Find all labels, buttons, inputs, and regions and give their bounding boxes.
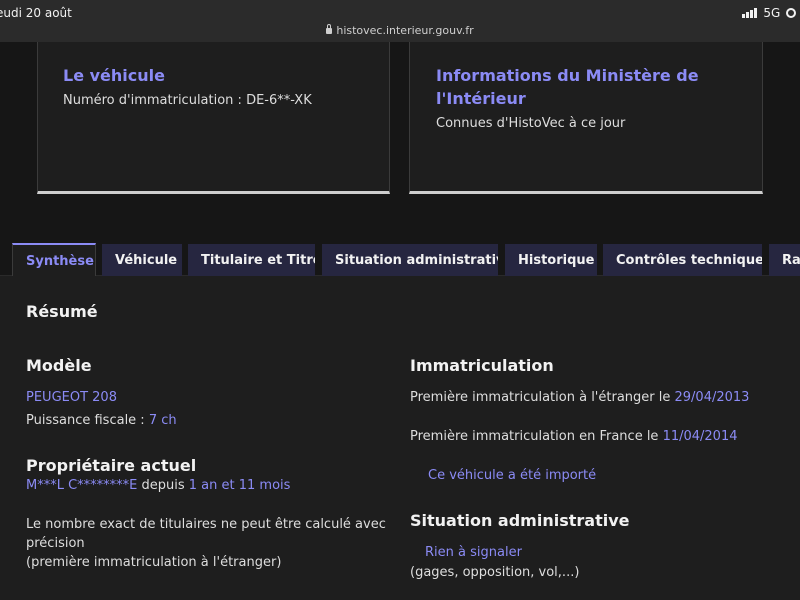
ministry-card-title: Informations du Ministère de l'Intérieur (436, 66, 699, 108)
admin-details: (gages, opposition, vol,...) (410, 565, 580, 580)
summary-title: Résumé (26, 302, 98, 321)
tab-synthese[interactable]: Synthèse (12, 243, 96, 277)
tab-bar: Synthèse Véhicule Titulaire et Titre Sit… (0, 243, 800, 277)
tab-rapport[interactable]: Rap (769, 244, 800, 276)
plate-line: Numéro d'immatriculation : DE-6**-XK (63, 93, 312, 108)
signal-icon (742, 8, 758, 18)
fiscal-power-value: 7 ch (148, 413, 177, 428)
registration-heading: Immatriculation (410, 356, 554, 375)
tab-vehicule[interactable]: Véhicule (102, 244, 182, 276)
ministry-card-text: Connues d'HistoVec à ce jour (436, 116, 626, 131)
owner-name: M***L C********E (26, 478, 138, 493)
lock-icon (326, 24, 333, 34)
tab-situation-administrative[interactable]: Situation administrative (322, 244, 498, 276)
status-bar: eudi 20 août 5G 8 histovec.interieur.gou… (0, 0, 800, 42)
fiscal-power-label: Puissance fiscale : (26, 413, 149, 428)
synthese-panel: Résumé Modèle PEUGEOT 208 Puissance fisc… (0, 276, 800, 600)
fiscal-power-line: Puissance fiscale : 7 ch (26, 413, 177, 428)
plate-label: Numéro d'immatriculation : (63, 93, 247, 108)
france-registration-label: Première immatriculation en France le (410, 429, 663, 444)
ministry-card: Informations du Ministère de l'Intérieur… (409, 42, 763, 194)
tab-historique[interactable]: Historique (505, 244, 597, 276)
owner-since-value: 1 an et 11 mois (188, 478, 291, 493)
foreign-registration-date: 29/04/2013 (674, 390, 750, 405)
foreign-registration-label: Première immatriculation à l'étranger le (410, 390, 675, 405)
owner-heading: Propriétaire actuel (26, 456, 197, 475)
france-registration-date: 11/04/2014 (662, 429, 738, 444)
orientation-lock-icon (786, 8, 797, 18)
tab-controles-techniques[interactable]: Contrôles techniques (603, 244, 762, 276)
plate-value: DE-6**-XK (246, 93, 312, 108)
owner-note-line2: précision (26, 536, 85, 551)
address-bar[interactable]: histovec.interieur.gouv.fr (0, 24, 800, 37)
model-name-link[interactable]: PEUGEOT 208 (26, 390, 117, 405)
vehicle-card-title: Le véhicule (63, 66, 165, 85)
foreign-registration-line: Première immatriculation à l'étranger le… (410, 390, 749, 405)
owner-note-line3: (première immatriculation à l'étranger) (26, 555, 282, 570)
vehicle-card: Le véhicule Numéro d'immatriculation : D… (37, 42, 390, 194)
owner-since-label: depuis (137, 478, 189, 493)
url-text: histovec.interieur.gouv.fr (336, 24, 474, 37)
status-date: eudi 20 août (0, 6, 72, 20)
network-label: 5G (763, 6, 781, 20)
model-heading: Modèle (26, 356, 92, 375)
owner-line: M***L C********E depuis 1 an et 11 mois (26, 478, 290, 493)
tab-titulaire-titre[interactable]: Titulaire et Titre (188, 244, 315, 276)
france-registration-line: Première immatriculation en France le 11… (410, 429, 738, 444)
admin-status-link[interactable]: Rien à signaler (425, 545, 522, 560)
admin-situation-heading: Situation administrative (410, 511, 630, 530)
imported-vehicle-link[interactable]: Ce véhicule a été importé (428, 468, 596, 483)
owner-note-line1: Le nombre exact de titulaires ne peut êt… (26, 517, 386, 532)
status-indicators: 5G 8 (742, 6, 800, 20)
